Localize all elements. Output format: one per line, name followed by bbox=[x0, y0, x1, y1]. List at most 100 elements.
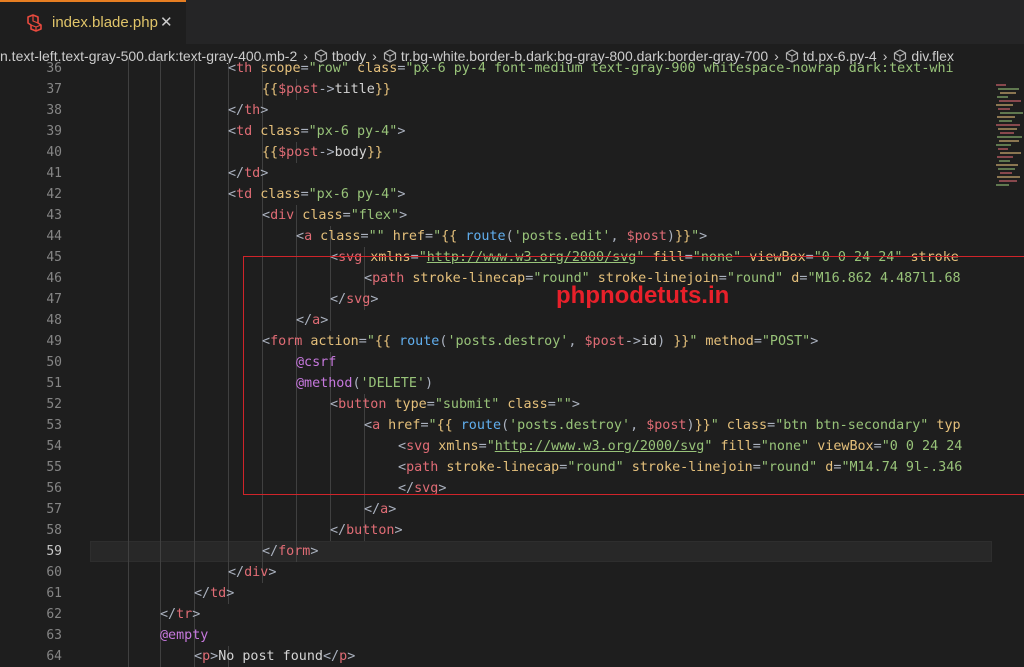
code-token: @empty bbox=[160, 627, 209, 643]
code-line[interactable]: </th> bbox=[228, 100, 268, 121]
code-token: ) bbox=[666, 228, 675, 244]
code-line[interactable]: <td class="px-6 py-4"> bbox=[228, 184, 405, 205]
code-token: </ bbox=[262, 543, 279, 559]
code-token: td bbox=[236, 123, 253, 139]
minimap-line bbox=[996, 164, 1018, 166]
code-token: </ bbox=[160, 606, 177, 622]
code-token: "px-6 py-4 font-medium text-gray-900 whi… bbox=[405, 60, 954, 76]
editor-tab[interactable]: index.blade.php ✕ bbox=[0, 0, 186, 44]
line-number: 52 bbox=[46, 396, 62, 412]
code-line[interactable]: {{$post->title}} bbox=[262, 79, 391, 100]
code-line[interactable]: <td class="px-6 py-4"> bbox=[228, 121, 405, 142]
indent-guide bbox=[160, 57, 161, 667]
code-token: 'posts.edit' bbox=[513, 228, 611, 244]
minimap-line bbox=[998, 148, 1008, 150]
minimap-line bbox=[996, 104, 1013, 106]
code-token: > bbox=[388, 501, 397, 517]
code-line[interactable]: <a class="" href="{{ route('posts.edit',… bbox=[296, 226, 707, 247]
code-token: </ bbox=[330, 522, 347, 538]
code-token: </ bbox=[194, 585, 211, 601]
minimap-line bbox=[996, 84, 1006, 86]
minimap-line bbox=[997, 116, 1015, 118]
line-number: 44 bbox=[46, 228, 62, 244]
code-token: }} bbox=[674, 228, 692, 244]
minimap[interactable] bbox=[996, 68, 1024, 188]
code-token: < bbox=[296, 228, 305, 244]
code-line[interactable]: </form> bbox=[262, 541, 318, 562]
code-line[interactable]: <p>No post found</p> bbox=[194, 646, 355, 667]
code-line[interactable]: @empty bbox=[160, 625, 208, 646]
code-token: > bbox=[699, 228, 708, 244]
code-token: th bbox=[244, 102, 261, 118]
line-number-gutter: 36 37 38 39 40 41 42 43 44 45 46 47 48 49 50 51 52 53 54 55… bbox=[0, 61, 70, 664]
minimap-line bbox=[996, 124, 1020, 126]
code-token: < bbox=[228, 60, 237, 76]
code-line[interactable]: </td> bbox=[228, 163, 268, 184]
code-token: > bbox=[347, 648, 356, 664]
line-number: 56 bbox=[46, 480, 62, 496]
code-token: {{ bbox=[262, 144, 279, 160]
line-number: 47 bbox=[46, 291, 62, 307]
code-token: "px-6 py-4" bbox=[308, 186, 398, 202]
code-token: < bbox=[194, 648, 203, 664]
line-number: 61 bbox=[46, 585, 62, 601]
code-token: "px-6 py-4" bbox=[308, 123, 398, 139]
code-token: div bbox=[270, 207, 295, 223]
code-token: a bbox=[380, 501, 389, 517]
code-token: > bbox=[260, 102, 269, 118]
code-token: title bbox=[334, 81, 375, 97]
code-token: > bbox=[226, 585, 235, 601]
code-token: td bbox=[236, 186, 253, 202]
minimap-line bbox=[1000, 112, 1023, 114]
code-line[interactable]: </tr> bbox=[160, 604, 200, 625]
indent-guide bbox=[194, 57, 195, 667]
code-line[interactable]: </div> bbox=[228, 562, 276, 583]
minimap-line bbox=[998, 108, 1010, 110]
line-number: 63 bbox=[46, 627, 62, 643]
code-token: -> bbox=[318, 81, 335, 97]
code-token: class bbox=[252, 186, 301, 202]
code-token: href bbox=[384, 228, 425, 244]
minimap-line bbox=[996, 144, 1011, 146]
code-token: = bbox=[300, 123, 309, 139]
line-number: 64 bbox=[46, 648, 62, 664]
code-token: = bbox=[342, 207, 351, 223]
minimap-line bbox=[997, 136, 1022, 138]
code-line[interactable]: </td> bbox=[194, 583, 234, 604]
minimap-line bbox=[997, 96, 1008, 98]
code-token: p bbox=[202, 648, 211, 664]
minimap-line bbox=[1000, 152, 1021, 154]
tab-bar: index.blade.php ✕ bbox=[0, 0, 1024, 44]
line-number: 42 bbox=[46, 186, 62, 202]
code-token: No post found bbox=[218, 648, 323, 664]
code-token: $post bbox=[626, 228, 667, 244]
minimap-line bbox=[999, 100, 1021, 102]
minimap-line bbox=[1000, 92, 1016, 94]
code-line[interactable]: {{$post->body}} bbox=[262, 142, 383, 163]
code-token: form bbox=[278, 543, 311, 559]
code-line[interactable]: </button> bbox=[330, 520, 403, 541]
code-token: = bbox=[300, 186, 309, 202]
line-number: 59 bbox=[46, 543, 62, 559]
line-number: 60 bbox=[46, 564, 62, 580]
minimap-line bbox=[998, 168, 1015, 170]
close-icon[interactable]: ✕ bbox=[160, 13, 173, 31]
minimap-line bbox=[998, 88, 1019, 90]
code-token: > bbox=[192, 606, 201, 622]
code-token: > bbox=[394, 522, 403, 538]
code-token: " bbox=[433, 228, 442, 244]
code-token: }} bbox=[374, 81, 391, 97]
minimap-line bbox=[1000, 172, 1012, 174]
line-number: 62 bbox=[46, 606, 62, 622]
code-line[interactable]: <th scope="row" class="px-6 py-4 font-me… bbox=[228, 58, 954, 79]
code-line[interactable]: </a> bbox=[364, 499, 396, 520]
code-token: , bbox=[610, 228, 627, 244]
code-token: class bbox=[252, 123, 301, 139]
line-number: 45 bbox=[46, 249, 62, 265]
line-number: 37 bbox=[46, 81, 62, 97]
minimap-line bbox=[999, 120, 1012, 122]
code-token: > bbox=[397, 123, 406, 139]
code-token: ( bbox=[505, 228, 514, 244]
code-line[interactable]: <div class="flex"> bbox=[262, 205, 407, 226]
code-token: > bbox=[397, 186, 406, 202]
